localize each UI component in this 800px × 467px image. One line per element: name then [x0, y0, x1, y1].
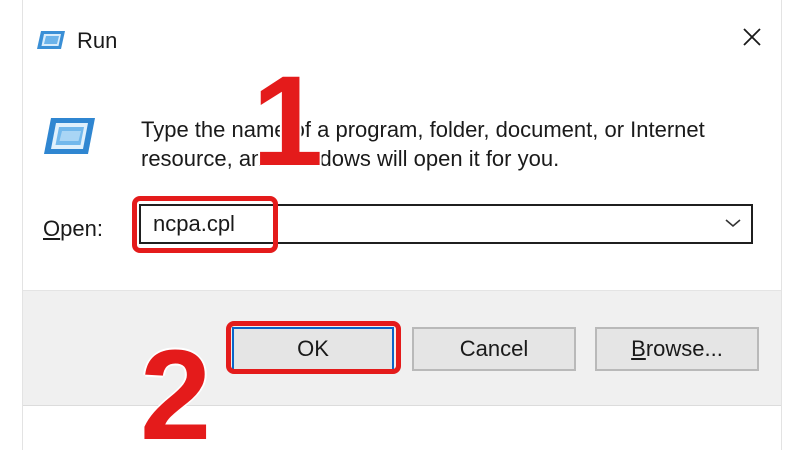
- title-bar[interactable]: Run: [23, 0, 781, 80]
- open-label-accelerator: O: [43, 216, 61, 241]
- window-title: Run: [77, 28, 118, 53]
- close-icon: [742, 27, 762, 52]
- open-label-text: pen:: [60, 216, 103, 241]
- browse-accelerator: B: [631, 336, 646, 361]
- step-1-marker: 1: [252, 50, 324, 193]
- open-label: Open:: [43, 216, 103, 242]
- run-dialog: Run Type the name of a program, folder, …: [22, 0, 782, 450]
- close-button[interactable]: [727, 16, 777, 62]
- ok-button[interactable]: OK: [232, 327, 394, 371]
- dropdown-button[interactable]: [719, 210, 747, 238]
- button-bar: OK Cancel Browse...: [23, 290, 781, 406]
- browse-label: rowse...: [645, 336, 723, 361]
- chevron-down-icon: [725, 215, 741, 233]
- open-input[interactable]: [141, 206, 713, 242]
- browse-button[interactable]: Browse...: [595, 327, 759, 371]
- description-text: Type the name of a program, folder, docu…: [141, 117, 705, 171]
- run-icon: [41, 114, 97, 158]
- open-combobox[interactable]: [139, 204, 753, 244]
- step-2-marker: 2: [140, 324, 212, 467]
- run-icon: [35, 28, 67, 52]
- cancel-button[interactable]: Cancel: [412, 327, 576, 371]
